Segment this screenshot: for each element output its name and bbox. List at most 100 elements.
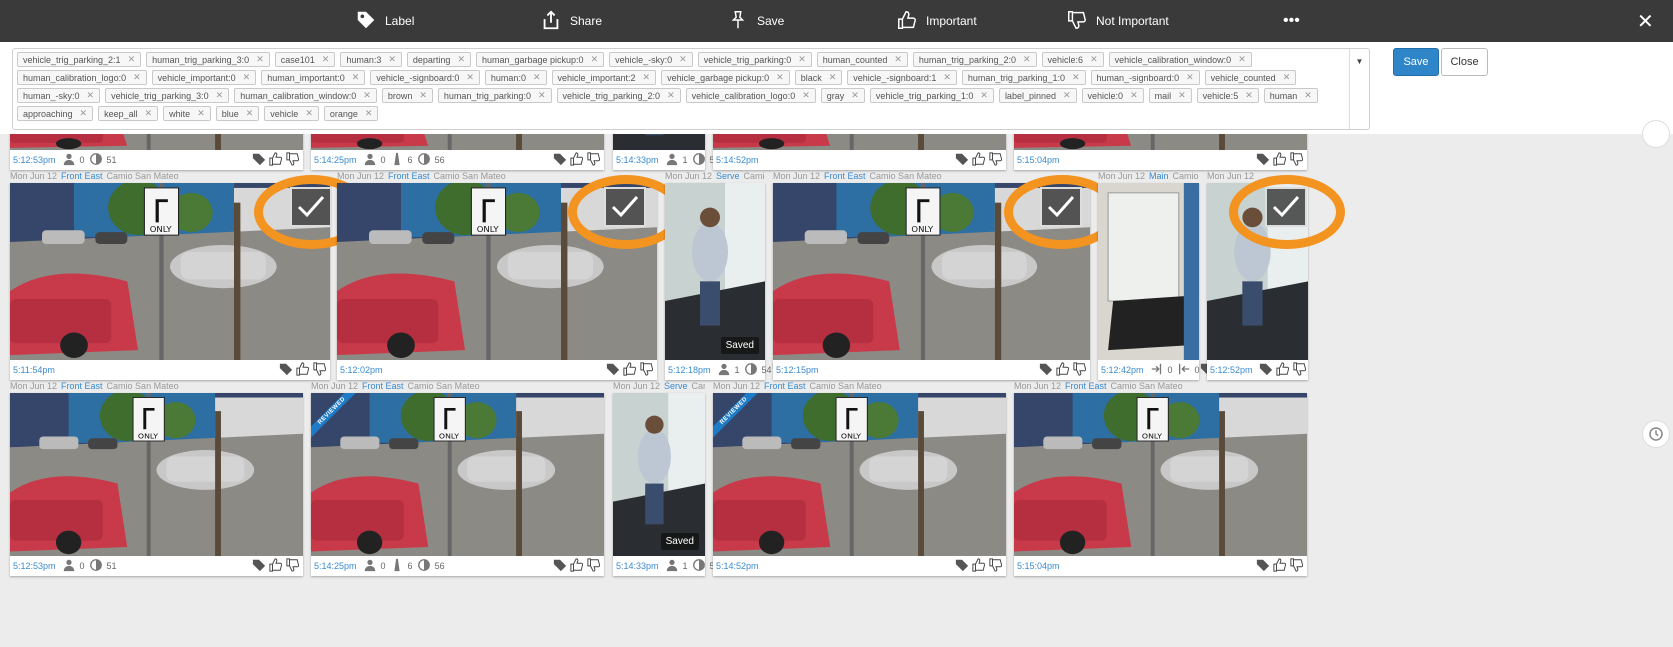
camera-name[interactable]: Front East: [764, 381, 806, 391]
tag-chip[interactable]: vehicle_important:2 ✕: [551, 70, 657, 85]
clip-card[interactable]: Mon Jun 12 Front East Camio San Mateo 5:12:…: [337, 171, 684, 380]
clip-card[interactable]: Mon Jun 12 Front East Camio San Mateo REVIE…: [713, 381, 1006, 576]
tag-chip[interactable]: vehicle_counted ✕: [1204, 70, 1297, 85]
remove-tag-icon[interactable]: ✕: [829, 72, 837, 83]
thumbs-down-icon[interactable]: [286, 152, 300, 168]
thumbs-up-icon[interactable]: [623, 362, 637, 378]
thumbs-up-icon[interactable]: [972, 152, 986, 168]
history-button[interactable]: [1642, 420, 1670, 448]
tag-chip[interactable]: vehicle_-sky:0 ✕: [609, 52, 693, 67]
clip-time[interactable]: 5:12:53pm: [13, 155, 56, 165]
clip-time[interactable]: 5:14:33pm: [616, 155, 659, 165]
thumbs-down-icon[interactable]: [989, 152, 1003, 168]
label-button[interactable]: Label: [355, 0, 414, 42]
clip-time[interactable]: 5:15:04pm: [1017, 155, 1060, 165]
thumbs-up-icon[interactable]: [570, 558, 584, 574]
tag-chip[interactable]: white ✕: [163, 106, 211, 121]
tag-icon[interactable]: [252, 558, 266, 574]
select-checkbox[interactable]: [1040, 187, 1082, 227]
tag-chip[interactable]: vehicle_-signboard:0 ✕: [370, 70, 480, 85]
clip-time[interactable]: 5:14:52pm: [716, 155, 759, 165]
remove-tag-icon[interactable]: ✕: [538, 90, 546, 101]
remove-tag-icon[interactable]: ✕: [243, 72, 251, 83]
thumbs-down-icon[interactable]: [1290, 558, 1304, 574]
thumbs-up-icon[interactable]: [570, 152, 584, 168]
remove-tag-icon[interactable]: ✕: [305, 108, 313, 119]
remove-tag-icon[interactable]: ✕: [365, 108, 373, 119]
tag-chip[interactable]: vehicle_trig_parking:0 ✕: [697, 52, 812, 67]
thumbs-up-icon[interactable]: [1273, 558, 1287, 574]
remove-tag-icon[interactable]: ✕: [1178, 90, 1186, 101]
tag-icon[interactable]: [279, 362, 293, 378]
tag-chip[interactable]: human_important:0 ✕: [261, 70, 366, 85]
clip-card[interactable]: Mon Jun 12ServeCamioSaved5:14:33pm152: [613, 381, 767, 576]
tag-icon[interactable]: [1259, 362, 1273, 378]
camera-name[interactable]: Front East: [388, 171, 430, 181]
tag-chip[interactable]: human_trig_parking:0 ✕: [437, 88, 552, 103]
tag-chip[interactable]: mail ✕: [1148, 88, 1192, 103]
tag-chip[interactable]: vehicle_calibration_logo:0 ✕: [685, 88, 816, 103]
thumbs-up-icon[interactable]: [972, 558, 986, 574]
tag-chip[interactable]: vehicle:5 ✕: [1196, 88, 1259, 103]
remove-tag-icon[interactable]: ✕: [894, 54, 902, 65]
tag-icon[interactable]: [1256, 152, 1270, 168]
close-toolbar-button[interactable]: ✕: [1637, 0, 1654, 42]
remove-tag-icon[interactable]: ✕: [87, 90, 95, 101]
clip-thumbnail[interactable]: [1014, 393, 1307, 556]
tag-chip[interactable]: case101 ✕: [274, 52, 336, 67]
remove-tag-icon[interactable]: ✕: [388, 54, 396, 65]
tag-chip[interactable]: vehicle:0 ✕: [1081, 88, 1144, 103]
tag-chip[interactable]: vehicle_garbage pickup:0 ✕: [661, 70, 790, 85]
tag-icon[interactable]: [1039, 362, 1053, 378]
remove-tag-icon[interactable]: ✕: [1245, 90, 1253, 101]
tag-icon[interactable]: [1256, 558, 1270, 574]
clip-card[interactable]: Mon Jun 12MainCamio S 5:12:42pm 00: [1098, 171, 1247, 380]
clip-time[interactable]: 5:12:02pm: [340, 365, 383, 375]
clip-card[interactable]: Mon Jun 12 5:12:52pm: [1207, 171, 1345, 380]
remove-tag-icon[interactable]: ✕: [643, 72, 651, 83]
camera-name[interactable]: Front East: [61, 171, 103, 181]
thumbs-up-icon[interactable]: [269, 152, 283, 168]
clip-time[interactable]: 5:14:33pm: [616, 561, 659, 571]
remove-tag-icon[interactable]: ✕: [419, 90, 427, 101]
clip-card[interactable]: Mon Jun 12 Front East Camio San Mateo REVIE…: [311, 381, 604, 576]
remove-tag-icon[interactable]: ✕: [352, 72, 360, 83]
tag-icon[interactable]: [252, 152, 266, 168]
tag-chip[interactable]: human_-sky:0 ✕: [17, 88, 101, 103]
more-menu-button[interactable]: •••: [1283, 0, 1300, 42]
thumbs-down-icon[interactable]: [286, 558, 300, 574]
select-checkbox[interactable]: [290, 187, 332, 227]
select-checkbox[interactable]: [604, 187, 646, 227]
clip-time[interactable]: 5:12:42pm: [1101, 365, 1144, 375]
tag-chip[interactable]: vehicle_trig_parking_1:0 ✕: [869, 88, 994, 103]
thumbs-up-icon[interactable]: [1273, 152, 1287, 168]
tag-chip[interactable]: black ✕: [794, 70, 843, 85]
tag-chip[interactable]: vehicle:6 ✕: [1041, 52, 1104, 67]
remove-tag-icon[interactable]: ✕: [802, 90, 810, 101]
remove-tag-icon[interactable]: ✕: [980, 90, 988, 101]
tag-chip[interactable]: human:3 ✕: [340, 52, 402, 67]
remove-tag-icon[interactable]: ✕: [591, 54, 599, 65]
remove-tag-icon[interactable]: ✕: [1072, 72, 1080, 83]
tag-dropdown-caret-icon[interactable]: ▼: [1349, 49, 1369, 129]
remove-tag-icon[interactable]: ✕: [457, 54, 465, 65]
tag-chip[interactable]: vehicle_important:0 ✕: [151, 70, 257, 85]
clip-card[interactable]: Mon Jun 12 Front East Camio San Mateo 5:12:…: [10, 381, 303, 576]
tag-chip[interactable]: human_calibration_logo:0 ✕: [17, 70, 147, 85]
tag-chip[interactable]: human_trig_parking_1:0 ✕: [961, 70, 1086, 85]
remove-tag-icon[interactable]: ✕: [197, 108, 205, 119]
thumbs-up-icon[interactable]: [1056, 362, 1070, 378]
thumbs-down-icon[interactable]: [587, 152, 601, 168]
camera-name[interactable]: Main: [1149, 171, 1169, 181]
remove-tag-icon[interactable]: ✕: [798, 54, 806, 65]
tag-chip[interactable]: vehicle_trig_parking_2:1 ✕: [17, 52, 142, 67]
important-button[interactable]: Important: [896, 0, 977, 42]
tag-chip[interactable]: orange ✕: [323, 106, 379, 121]
clip-thumbnail[interactable]: [613, 393, 705, 556]
tag-chip[interactable]: vehicle_-signboard:1 ✕: [847, 70, 957, 85]
clip-thumbnail[interactable]: [1098, 183, 1199, 360]
tag-chip[interactable]: keep_all ✕: [98, 106, 159, 121]
tag-chip[interactable]: human_counted ✕: [816, 52, 908, 67]
tag-chip[interactable]: human ✕: [1263, 88, 1318, 103]
camera-name[interactable]: Front East: [1065, 381, 1107, 391]
